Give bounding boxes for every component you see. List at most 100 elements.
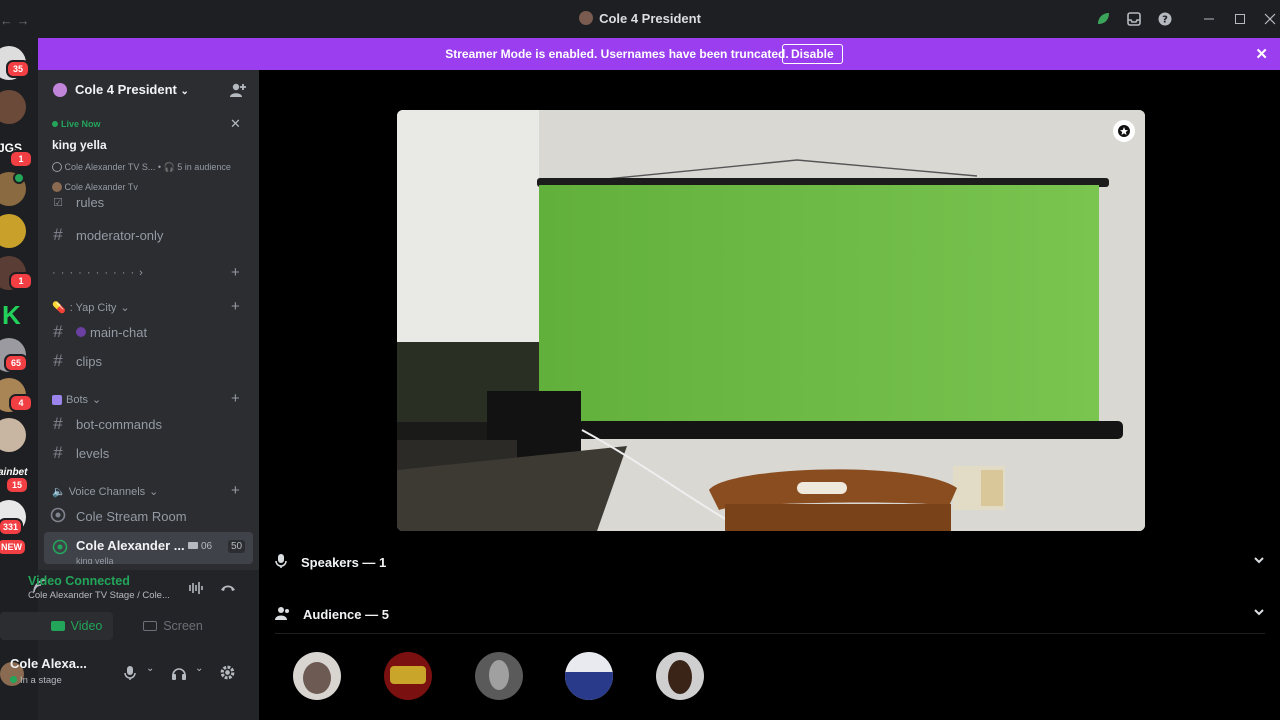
close-window-icon[interactable]	[1262, 11, 1278, 27]
speaker-icon: 🔈	[52, 486, 66, 498]
channel-sidebar: Cole 4 President ⌄ Live Now ✕ king yella…	[0, 70, 259, 720]
add-channel-icon[interactable]: +	[231, 482, 240, 499]
mention-badge: 331	[0, 518, 24, 536]
category-voice-channels[interactable]: 🔈 Voice Channels ⌄	[52, 485, 159, 499]
svg-text:?: ?	[1162, 15, 1168, 26]
server-header[interactable]: Cole 4 President ⌄	[38, 70, 259, 110]
voice-status[interactable]: Video Connected	[28, 574, 130, 588]
live-stage-info: Cole Alexander TV S... • 🎧 5 in audience	[52, 162, 231, 173]
add-channel-icon[interactable]: +	[231, 390, 240, 407]
channel-moderator-only[interactable]: # moderator-only	[50, 223, 250, 247]
streamer-mode-banner: Streamer Mode is enabled. Usernames have…	[38, 38, 1280, 70]
audience-section[interactable]: Audience — 5	[275, 603, 1265, 625]
hashtag-icon: #	[53, 351, 63, 370]
add-channel-icon[interactable]: +	[231, 298, 240, 315]
category-yap-city[interactable]: 💊: Yap City ⌄	[52, 301, 130, 315]
add-channel-icon[interactable]: +	[231, 264, 240, 281]
server-name: Cole 4 President ⌄	[75, 82, 189, 97]
headphones-icon[interactable]	[171, 665, 187, 686]
stage-icon	[52, 162, 62, 172]
server-icon[interactable]	[0, 90, 26, 124]
category-dotted[interactable]: · · · · · · · · · · ›	[52, 267, 144, 279]
gear-icon[interactable]	[219, 664, 236, 686]
mention-badge: 15	[5, 476, 29, 494]
chevron-down-icon: ⌄	[120, 302, 130, 314]
stream-video[interactable]	[397, 110, 1145, 531]
user-status: In a stage	[10, 675, 62, 686]
audience-icon	[275, 605, 291, 624]
pill-icon: 💊	[52, 302, 66, 314]
channel-rules[interactable]: ☑ rules	[50, 194, 250, 210]
mention-badge: 1	[9, 150, 33, 168]
stage-channel-icon	[52, 539, 68, 560]
audience-avatar[interactable]	[475, 652, 523, 700]
user-limit-badge: 50	[228, 540, 246, 553]
stream-video-frame	[397, 110, 1145, 531]
stage-badge-icon[interactable]	[1113, 120, 1135, 142]
video-camera-icon	[50, 621, 65, 631]
channel-cole-alexander-stage[interactable]: Cole Alexander ... king yella 06 50	[44, 532, 253, 564]
server-boost-icon	[53, 83, 67, 97]
screen-share-button[interactable]: Screen	[117, 612, 229, 640]
audience-avatar[interactable]	[656, 652, 704, 700]
channel-cole-stream-room[interactable]: Cole Stream Room	[50, 504, 250, 528]
user-panel: Cole Alexa... In a stage ⌄ ⌄	[0, 648, 259, 700]
voice-location[interactable]: Cole Alexander TV Stage / Cole...	[28, 590, 170, 601]
chevron-down-icon: ⌄	[149, 486, 159, 498]
server-avatar-icon	[579, 11, 594, 25]
close-live-card-icon[interactable]: ✕	[230, 116, 241, 132]
live-dot-icon	[52, 121, 58, 127]
microphone-icon	[275, 553, 287, 572]
disconnect-icon[interactable]	[219, 580, 237, 601]
video-count: 06	[188, 541, 212, 552]
microphone-icon[interactable]	[123, 665, 137, 686]
nitro-leaf-icon[interactable]	[1095, 11, 1111, 27]
divider	[275, 633, 1265, 634]
invite-people-icon[interactable]	[229, 81, 247, 104]
audience-avatar[interactable]	[565, 652, 613, 700]
live-now-card[interactable]: Live Now ✕ king yella Cole Alexander TV …	[44, 110, 253, 198]
audience-avatar[interactable]	[293, 652, 341, 700]
chevron-down-icon	[1253, 554, 1265, 569]
chevron-down-icon: ⌄	[180, 86, 189, 97]
chevron-down-icon: ⌄	[92, 394, 102, 406]
close-banner-icon[interactable]: ✕	[1255, 45, 1268, 63]
live-status: Live Now	[52, 119, 101, 129]
emoji-icon	[76, 327, 86, 337]
status-dot-icon	[10, 676, 17, 683]
hashtag-icon: #	[53, 414, 63, 433]
inbox-icon[interactable]	[1126, 11, 1142, 27]
server-icon[interactable]	[0, 418, 26, 452]
chevron-down-icon	[1253, 606, 1265, 621]
channel-bot-commands[interactable]: # bot-commands	[50, 412, 250, 436]
user-name[interactable]: Cole Alexa...	[10, 656, 87, 671]
stage-channel-icon	[50, 507, 66, 526]
chevron-right-icon: ›	[139, 267, 144, 279]
noise-suppression-icon[interactable]	[188, 580, 204, 601]
channel-clips[interactable]: # clips	[50, 349, 250, 373]
help-icon[interactable]: ?	[1157, 11, 1173, 27]
audio-options-chevron-icon[interactable]: ⌄	[195, 663, 203, 674]
svg-text:K: K	[2, 300, 21, 330]
stage-main: Speakers — 1 Audience — 5	[259, 70, 1280, 720]
speakers-section[interactable]: Speakers — 1	[275, 551, 1265, 573]
category-bots[interactable]: Bots ⌄	[52, 393, 101, 406]
audience-avatar[interactable]	[384, 652, 432, 700]
mic-options-chevron-icon[interactable]: ⌄	[146, 663, 154, 674]
stage-channel-topic: king yella	[76, 556, 114, 564]
server-icon[interactable]: K	[0, 296, 26, 330]
live-title: king yella	[52, 138, 107, 152]
camera-icon	[188, 542, 198, 549]
host-avatar	[52, 182, 62, 192]
hashtag-icon: #	[53, 225, 63, 244]
disable-streamer-mode-button[interactable]: Disable	[782, 44, 843, 64]
server-icon[interactable]	[0, 214, 26, 248]
maximize-icon[interactable]	[1232, 11, 1248, 27]
channel-main-chat[interactable]: # main-chat	[50, 320, 250, 344]
robot-icon	[52, 394, 62, 405]
live-indicator-icon	[13, 172, 25, 184]
video-button[interactable]: Video	[0, 612, 113, 640]
rules-icon: ☑	[53, 196, 63, 209]
minimize-icon[interactable]	[1201, 11, 1217, 27]
channel-levels[interactable]: # levels	[50, 441, 250, 465]
